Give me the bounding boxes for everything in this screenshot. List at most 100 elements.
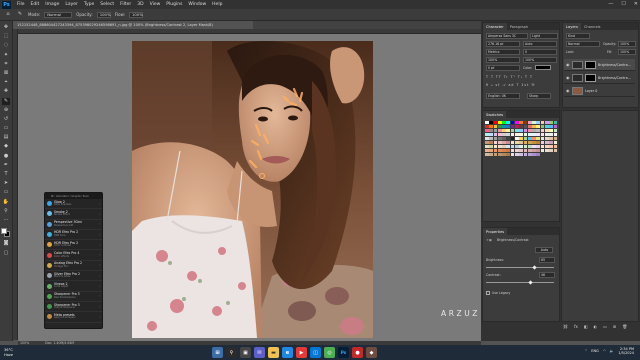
color-swatch[interactable] — [527, 140, 532, 145]
color-swatch[interactable] — [493, 144, 498, 149]
tab-character[interactable]: Character — [483, 23, 507, 30]
color-swatch[interactable] — [510, 121, 515, 125]
visibility-eye-icon[interactable]: ◉ — [566, 75, 570, 80]
color-swatch[interactable] — [489, 128, 493, 133]
chrome-icon[interactable]: ◎ — [324, 347, 335, 358]
pen-tool-icon[interactable]: ✒ — [2, 162, 10, 169]
color-swatch[interactable] — [544, 128, 549, 133]
add-mask-icon[interactable]: ◧ — [584, 324, 588, 329]
layer-row[interactable]: ◉ Layer 0 — [564, 85, 635, 97]
language-select[interactable]: English: UK — [486, 93, 520, 99]
language-indicator[interactable]: ENG — [591, 349, 599, 353]
kerning-select[interactable]: Metrics — [486, 49, 520, 55]
font-size-input[interactable]: 276.16 pt — [486, 41, 520, 47]
contrast-input[interactable]: 46 — [539, 272, 555, 278]
color-swatch[interactable] — [549, 140, 553, 145]
color-swatch[interactable] — [553, 136, 558, 141]
color-swatch[interactable] — [485, 152, 489, 157]
menu-image[interactable]: Image — [45, 2, 59, 7]
volume-icon[interactable]: 🔈 — [610, 349, 614, 353]
color-swatch[interactable] — [536, 140, 541, 145]
color-swatch[interactable] — [493, 128, 498, 133]
tracking-input[interactable]: 0 — [523, 49, 557, 55]
baseline-shift-input[interactable]: 0 pt — [486, 65, 520, 71]
vertical-scale-input[interactable]: 100% — [486, 57, 520, 63]
color-swatch[interactable] — [523, 152, 528, 157]
zoom-tool-icon[interactable]: ⚲ — [2, 208, 10, 215]
color-swatch[interactable] — [549, 128, 553, 133]
color-swatch[interactable] — [510, 140, 515, 145]
color-swatch[interactable] — [502, 144, 506, 149]
layer-row[interactable]: ◉ Brightness/Contra... — [564, 59, 635, 71]
color-swatch[interactable] — [485, 121, 489, 125]
color-swatch[interactable] — [493, 140, 498, 145]
color-swatch[interactable] — [497, 121, 502, 125]
plugin-item[interactable]: Smoke 2 Smoke Effect › — [45, 209, 102, 220]
visibility-eye-icon[interactable]: ◉ — [566, 62, 570, 67]
color-swatch[interactable] — [506, 121, 511, 125]
color-swatch[interactable] — [506, 140, 511, 145]
color-swatch[interactable] — [489, 148, 493, 153]
color-swatch[interactable] — [497, 148, 502, 153]
plugin-item[interactable]: Color Efex Pro 4 Color effects › — [45, 250, 102, 261]
color-swatch[interactable] — [514, 140, 519, 145]
history-brush-tool-icon[interactable]: ↺ — [2, 116, 10, 123]
anti-alias-select[interactable]: Sharp — [527, 93, 551, 99]
color-swatch[interactable] — [523, 132, 528, 137]
layer-mask-thumbnail[interactable] — [585, 60, 596, 69]
color-swatch[interactable] — [514, 148, 519, 153]
color-swatch[interactable] — [536, 144, 541, 149]
screen-mode-icon[interactable]: ▢ — [2, 250, 10, 257]
quick-mask-icon[interactable]: ◙ — [2, 240, 10, 247]
dodge-tool-icon[interactable]: ● — [2, 153, 10, 160]
menu-type[interactable]: Type — [84, 2, 94, 7]
photoshop-taskbar-icon[interactable]: Ps — [338, 347, 349, 358]
color-swatch[interactable] — [540, 144, 545, 149]
layer-mask-thumbnail[interactable] — [585, 73, 596, 82]
photo-canvas[interactable] — [132, 41, 373, 338]
color-swatch[interactable] — [523, 136, 528, 141]
plugin-item[interactable]: Analog Efex Pro 2 Vintage film › — [45, 261, 102, 272]
tab-properties[interactable]: Properties — [483, 228, 508, 235]
horizontal-scale-input[interactable]: 100% — [523, 57, 557, 63]
color-swatch[interactable] — [519, 144, 523, 149]
eyedropper-tool-icon[interactable]: ⌖ — [2, 79, 10, 86]
text-color-swatch[interactable] — [535, 65, 551, 70]
path-select-tool-icon[interactable]: ➤ — [2, 180, 10, 187]
color-swatch[interactable] — [514, 132, 519, 137]
marquee-tool-icon[interactable]: ⬚ — [2, 33, 10, 40]
color-swatch[interactable] — [540, 124, 545, 129]
app-icon[interactable]: ◆ — [366, 347, 377, 358]
frame-tool-icon[interactable]: ⊠ — [2, 70, 10, 77]
color-swatch[interactable] — [544, 124, 549, 129]
color-swatch[interactable] — [532, 124, 536, 129]
color-swatch[interactable] — [544, 132, 549, 137]
brush-tool-icon[interactable]: ✎ — [2, 97, 10, 105]
color-swatch[interactable] — [485, 140, 489, 145]
blur-tool-icon[interactable]: ◆ — [2, 143, 10, 150]
color-swatch[interactable] — [514, 136, 519, 141]
color-swatch[interactable] — [497, 136, 502, 141]
menu-layer[interactable]: Layer — [65, 2, 78, 7]
quick-select-tool-icon[interactable]: ✦ — [2, 52, 10, 59]
more-tools-icon[interactable]: ⋯ — [2, 217, 10, 224]
color-swatch[interactable] — [549, 148, 553, 153]
menu-view[interactable]: View — [150, 2, 161, 7]
task-view-icon[interactable]: ▣ — [240, 347, 251, 358]
color-swatch[interactable] — [485, 132, 489, 137]
color-swatch[interactable] — [532, 148, 536, 153]
color-swatch[interactable] — [519, 152, 523, 157]
search-icon[interactable]: ⚲ — [226, 347, 237, 358]
color-swatch[interactable] — [493, 136, 498, 141]
color-swatch[interactable] — [536, 124, 541, 129]
color-swatch[interactable] — [532, 132, 536, 137]
color-swatch[interactable] — [532, 140, 536, 145]
color-swatch[interactable] — [519, 140, 523, 145]
color-swatch[interactable] — [506, 144, 511, 149]
font-style-select[interactable]: Light — [530, 33, 558, 39]
tab-channels[interactable]: Channels — [581, 23, 604, 30]
color-swatch[interactable] — [519, 132, 523, 137]
color-swatch[interactable] — [506, 148, 511, 153]
color-swatch[interactable] — [536, 121, 541, 125]
color-swatch[interactable] — [527, 136, 532, 141]
